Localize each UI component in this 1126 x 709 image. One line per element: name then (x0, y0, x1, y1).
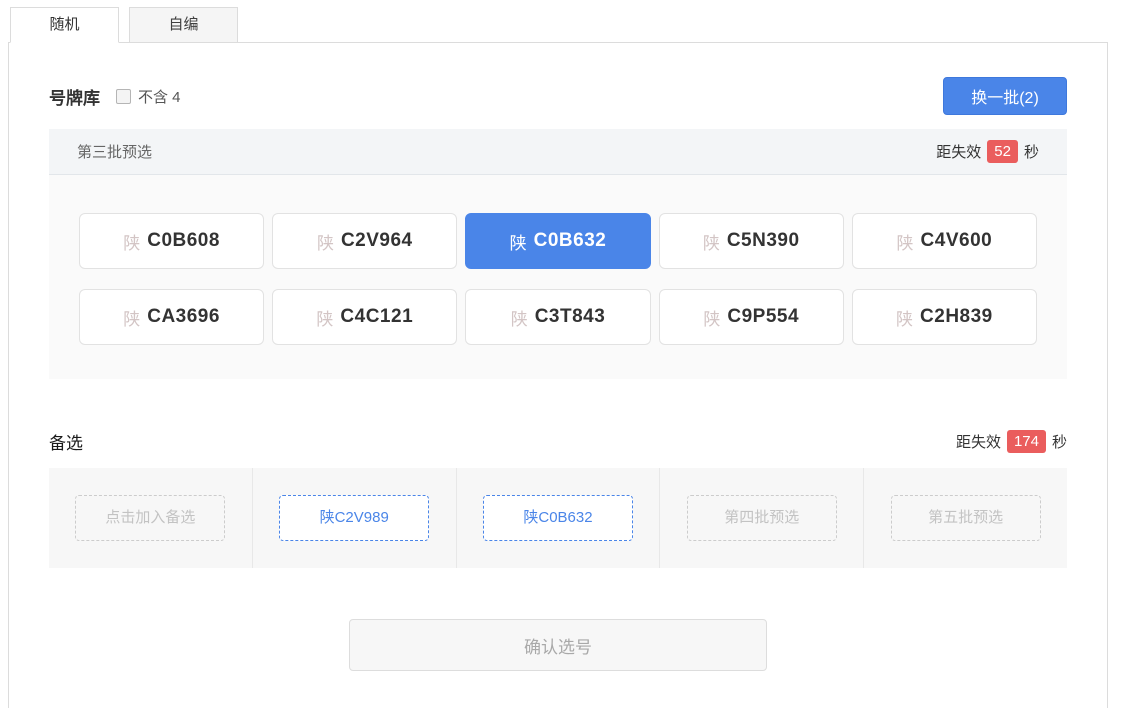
alternatives-header: 备选 距失效 174 秒 (49, 429, 1067, 454)
plate-option[interactable]: 陕 C4V600 (851, 213, 1037, 269)
tab-custom[interactable]: 自编 (129, 7, 238, 43)
batch-expiry-suffix: 秒 (1023, 144, 1039, 161)
plate-code: CA3696 (147, 306, 220, 327)
alt-slot-placeholder: 第五批预选 (890, 495, 1041, 541)
plate-code: C2V964 (340, 230, 413, 251)
batch-expiry-prefix: 距失效 (936, 144, 982, 161)
plate-code: C9P554 (727, 306, 800, 327)
plate-province-prefix: 陕 (510, 309, 528, 329)
refresh-batch-button[interactable]: 换一批(2) (943, 77, 1067, 115)
plate-option[interactable]: 陕 C3T843 (465, 289, 651, 345)
exclude-4-checkbox[interactable]: 不含 4 (116, 86, 181, 107)
batch-section: 第三批预选 距失效 52 秒 陕 C0B608 陕 C2V964 陕 C0B632 陕 C5N… (49, 129, 1067, 379)
plate-option[interactable]: 陕 C2H839 (851, 289, 1037, 345)
pool-row: 号牌库 不含 4 换一批(2) (49, 77, 1067, 115)
alternatives-countdown-badge: 174 (1006, 430, 1046, 453)
plate-code: C4V600 (920, 230, 993, 251)
alt-slot-plate[interactable]: 陕C2V989 (279, 495, 430, 541)
pool-title: 号牌库 (49, 88, 100, 108)
plate-code: C0B608 (147, 230, 220, 251)
batch-title: 第三批预选 (77, 144, 153, 161)
confirm-button[interactable]: 确认选号 (349, 619, 767, 671)
alt-slot-cell: 第四批预选 (660, 468, 865, 568)
batch-expiry: 距失效 52 秒 (936, 140, 1039, 163)
plate-province-prefix: 陕 (316, 309, 334, 329)
alt-slot-placeholder: 第四批预选 (686, 495, 837, 541)
alt-slot-placeholder: 点击加入备选 (75, 495, 226, 541)
panel: 号牌库 不含 4 换一批(2) 第三批预选 距失效 52 秒 陕 C0B608 陕 C… (8, 42, 1108, 708)
plate-option[interactable]: 陕 C4C121 (272, 289, 458, 345)
plate-province-prefix: 陕 (702, 233, 720, 253)
plate-option[interactable]: 陕 C5N390 (658, 213, 844, 269)
alt-slot-cell: 第五批预选 (864, 468, 1067, 568)
alternatives-title: 备选 (49, 434, 83, 453)
alt-slot-cell: 点击加入备选 (49, 468, 253, 568)
batch-countdown-badge: 52 (987, 140, 1018, 163)
alt-slot-cell: 陕C2V989 (253, 468, 457, 568)
batch-header: 第三批预选 距失效 52 秒 (49, 129, 1067, 175)
plate-option[interactable]: 陕 CA3696 (79, 289, 265, 345)
plate-option[interactable]: 陕 C2V964 (272, 213, 458, 269)
plate-code: C0B632 (533, 230, 607, 251)
plate-selection-page: 随机 自编 号牌库 不含 4 换一批(2) 第三批预选 距失效 52 秒 陕 C0… (8, 0, 1108, 708)
alternatives-expiry-suffix: 秒 (1051, 434, 1067, 451)
plate-province-prefix: 陕 (509, 233, 527, 253)
plate-code: C2H839 (920, 306, 993, 327)
plate-code: C3T843 (534, 306, 606, 327)
plate-province-prefix: 陕 (896, 233, 914, 253)
alt-slot-cell: 陕C0B632 (457, 468, 661, 568)
plate-province-prefix: 陕 (896, 309, 914, 329)
plate-code: C4C121 (340, 306, 414, 327)
checkbox-label: 不含 4 (138, 88, 181, 106)
checkbox-box-icon[interactable] (116, 88, 131, 104)
plate-province-prefix: 陕 (703, 309, 721, 329)
tab-random[interactable]: 随机 (10, 7, 119, 43)
alternatives-expiry-prefix: 距失效 (955, 434, 1001, 451)
alternatives-expiry: 距失效 174 秒 (956, 430, 1067, 453)
tab-bar: 随机 自编 (8, 7, 1108, 43)
alt-slot-plate[interactable]: 陕C0B632 (482, 495, 633, 541)
plate-province-prefix: 陕 (123, 233, 141, 253)
plate-code: C5N390 (726, 230, 800, 251)
plate-province-prefix: 陕 (123, 309, 141, 329)
alternatives-strip: 点击加入备选 陕C2V989 陕C0B632 第四批预选 第五批预选 (49, 468, 1067, 568)
plate-option[interactable]: 陕 C0B608 (79, 213, 265, 269)
plate-option[interactable]: 陕 C0B632 (465, 213, 651, 269)
plate-province-prefix: 陕 (316, 233, 334, 253)
plate-option[interactable]: 陕 C9P554 (658, 289, 844, 345)
plate-grid: 陕 C0B608 陕 C2V964 陕 C0B632 陕 C5N390 陕 C4V600 陕 CA36… (49, 175, 1067, 379)
